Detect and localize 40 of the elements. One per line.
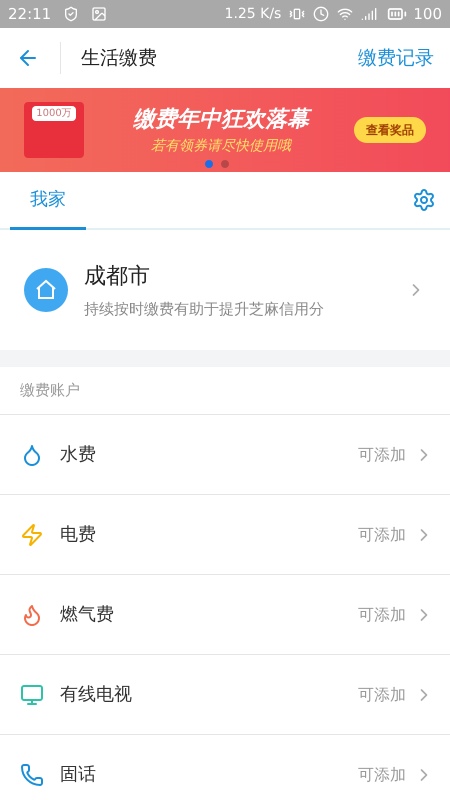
account-status: 可添加 [358, 444, 406, 466]
account-name: 燃气费 [60, 603, 115, 627]
account-status: 可添加 [358, 604, 406, 626]
wifi-icon [337, 6, 354, 22]
account-row[interactable]: 燃气费 可添加 [0, 575, 450, 655]
phone-icon [20, 762, 44, 786]
shield-icon [63, 6, 80, 22]
account-name: 固话 [60, 763, 97, 787]
account-name: 水费 [60, 443, 97, 467]
page-title: 生活缴费 [81, 46, 158, 71]
home-card[interactable]: 成都市 持续按时缴费有助于提升芝麻信用分 [0, 230, 450, 350]
account-status: 可添加 [358, 524, 406, 546]
account-row[interactable]: 电费 可添加 [0, 495, 450, 575]
account-row[interactable]: 水费 可添加 [0, 415, 450, 495]
image-icon [91, 6, 108, 22]
account-status: 可添加 [358, 764, 406, 786]
account-name: 有线电视 [60, 683, 133, 707]
battery-level: 100 [413, 4, 442, 25]
history-link[interactable]: 缴费记录 [358, 44, 434, 72]
promo-banner[interactable]: 1000万 缴费年中狂欢落幕 若有领券请尽快使用哦 查看奖品 [0, 88, 450, 172]
gear-icon [412, 188, 436, 212]
vibrate-icon [289, 6, 306, 22]
credit-note: 持续按时缴费有助于提升芝麻信用分 [84, 298, 325, 320]
tab[interactable]: 我家 [10, 172, 86, 230]
account-status: 可添加 [358, 684, 406, 706]
prize-button[interactable]: 查看奖品 [354, 117, 426, 143]
lightning-icon [20, 522, 44, 546]
account-name: 电费 [60, 523, 97, 547]
alarm-icon [313, 6, 330, 22]
account-row[interactable]: 有线电视 可添加 [0, 655, 450, 735]
banner-subline: 若有领券请尽快使用哦 [151, 137, 291, 156]
section-label: 缴费账户 [20, 380, 80, 402]
signal-icon [361, 6, 378, 22]
network-speed: 1.25 K/s [224, 4, 282, 24]
envelope-amount: 1000万 [32, 106, 76, 121]
clock-time: 22:11 [8, 4, 52, 25]
account-row[interactable]: 固话 可添加 [0, 735, 450, 800]
house-icon [24, 268, 68, 312]
city-name: 成都市 [84, 262, 151, 290]
monitor-icon [20, 682, 44, 706]
